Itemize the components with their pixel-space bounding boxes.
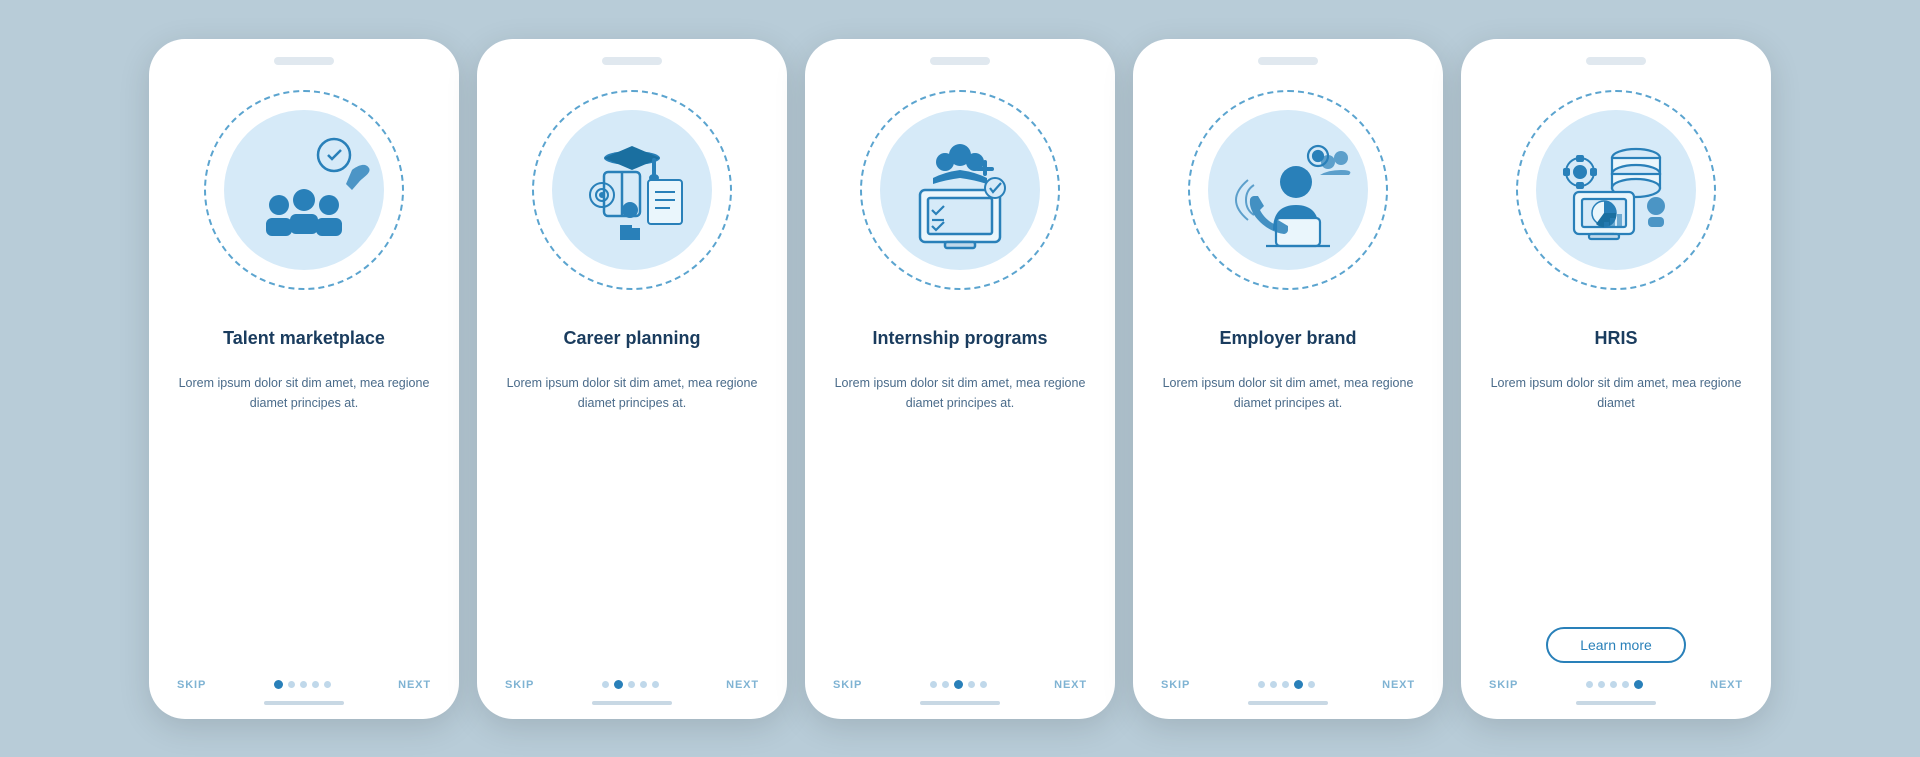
dots-internship [930, 680, 987, 689]
illustration-talent [189, 75, 419, 305]
phone-card-internship: Internship programs Lorem ipsum dolor si… [805, 39, 1115, 719]
dot-i4 [968, 681, 975, 688]
nav-bar-internship: SKIP NEXT [827, 679, 1093, 691]
dot-e1 [1258, 681, 1265, 688]
next-label-internship[interactable]: NEXT [1054, 679, 1087, 691]
card-body-employer: Lorem ipsum dolor sit dim amet, mea regi… [1155, 373, 1421, 669]
nav-bar-hris: SKIP NEXT [1483, 679, 1749, 691]
dot-5 [324, 681, 331, 688]
dot-h2 [1598, 681, 1605, 688]
skip-label-career[interactable]: SKIP [505, 679, 534, 691]
dot-i2 [942, 681, 949, 688]
bottom-bar-talent [264, 701, 344, 705]
dot-h3 [1610, 681, 1617, 688]
phone-notch-4 [1258, 57, 1318, 65]
card-title-internship: Internship programs [872, 315, 1047, 363]
skip-label-talent[interactable]: SKIP [177, 679, 206, 691]
dots-hris [1586, 680, 1643, 689]
dot-c1 [602, 681, 609, 688]
card-title-career: Career planning [563, 315, 700, 363]
skip-label-employer[interactable]: SKIP [1161, 679, 1190, 691]
bottom-bar-hris [1576, 701, 1656, 705]
dots-career [602, 680, 659, 689]
bottom-bar-internship [920, 701, 1000, 705]
employer-icon [1208, 110, 1368, 270]
talent-icon [224, 110, 384, 270]
dot-i3 [954, 680, 963, 689]
next-label-talent[interactable]: NEXT [398, 679, 431, 691]
illustration-internship [845, 75, 1075, 305]
dot-e3 [1282, 681, 1289, 688]
card-title-hris: HRIS [1594, 315, 1637, 363]
next-label-employer[interactable]: NEXT [1382, 679, 1415, 691]
learn-more-button[interactable]: Learn more [1546, 627, 1686, 663]
dot-c2 [614, 680, 623, 689]
dot-h4 [1622, 681, 1629, 688]
phone-notch-5 [1586, 57, 1646, 65]
next-label-hris[interactable]: NEXT [1710, 679, 1743, 691]
dot-e5 [1308, 681, 1315, 688]
phone-card-career-planning: Career planning Lorem ipsum dolor sit di… [477, 39, 787, 719]
illustration-career [517, 75, 747, 305]
skip-label-hris[interactable]: SKIP [1489, 679, 1518, 691]
dot-c5 [652, 681, 659, 688]
dot-c4 [640, 681, 647, 688]
dot-2 [288, 681, 295, 688]
dot-e4 [1294, 680, 1303, 689]
dot-h5 [1634, 680, 1643, 689]
bottom-bar-employer [1248, 701, 1328, 705]
hris-icon [1536, 110, 1696, 270]
career-icon [552, 110, 712, 270]
card-body-hris: Lorem ipsum dolor sit dim amet, mea regi… [1483, 373, 1749, 617]
phone-card-talent-marketplace: Talent marketplace Lorem ipsum dolor sit… [149, 39, 459, 719]
nav-bar-employer: SKIP NEXT [1155, 679, 1421, 691]
nav-bar-talent: SKIP NEXT [171, 679, 437, 691]
bottom-bar-career [592, 701, 672, 705]
phone-notch-3 [930, 57, 990, 65]
illustration-hris [1501, 75, 1731, 305]
card-body-career: Lorem ipsum dolor sit dim amet, mea regi… [499, 373, 765, 669]
dot-i5 [980, 681, 987, 688]
next-label-career[interactable]: NEXT [726, 679, 759, 691]
nav-bar-career: SKIP NEXT [499, 679, 765, 691]
dot-i1 [930, 681, 937, 688]
phone-card-hris: HRIS Lorem ipsum dolor sit dim amet, mea… [1461, 39, 1771, 719]
dot-e2 [1270, 681, 1277, 688]
illustration-employer [1173, 75, 1403, 305]
card-title-employer: Employer brand [1219, 315, 1356, 363]
skip-label-internship[interactable]: SKIP [833, 679, 862, 691]
dot-3 [300, 681, 307, 688]
phone-card-employer-brand: Employer brand Lorem ipsum dolor sit dim… [1133, 39, 1443, 719]
phone-notch-2 [602, 57, 662, 65]
dot-1 [274, 680, 283, 689]
dots-employer [1258, 680, 1315, 689]
card-title-talent: Talent marketplace [223, 315, 385, 363]
phone-notch [274, 57, 334, 65]
cards-container: Talent marketplace Lorem ipsum dolor sit… [149, 39, 1771, 719]
internship-icon [880, 110, 1040, 270]
dot-h1 [1586, 681, 1593, 688]
dot-c3 [628, 681, 635, 688]
dot-4 [312, 681, 319, 688]
card-body-talent: Lorem ipsum dolor sit dim amet, mea regi… [171, 373, 437, 669]
dots-talent [274, 680, 331, 689]
card-body-internship: Lorem ipsum dolor sit dim amet, mea regi… [827, 373, 1093, 669]
